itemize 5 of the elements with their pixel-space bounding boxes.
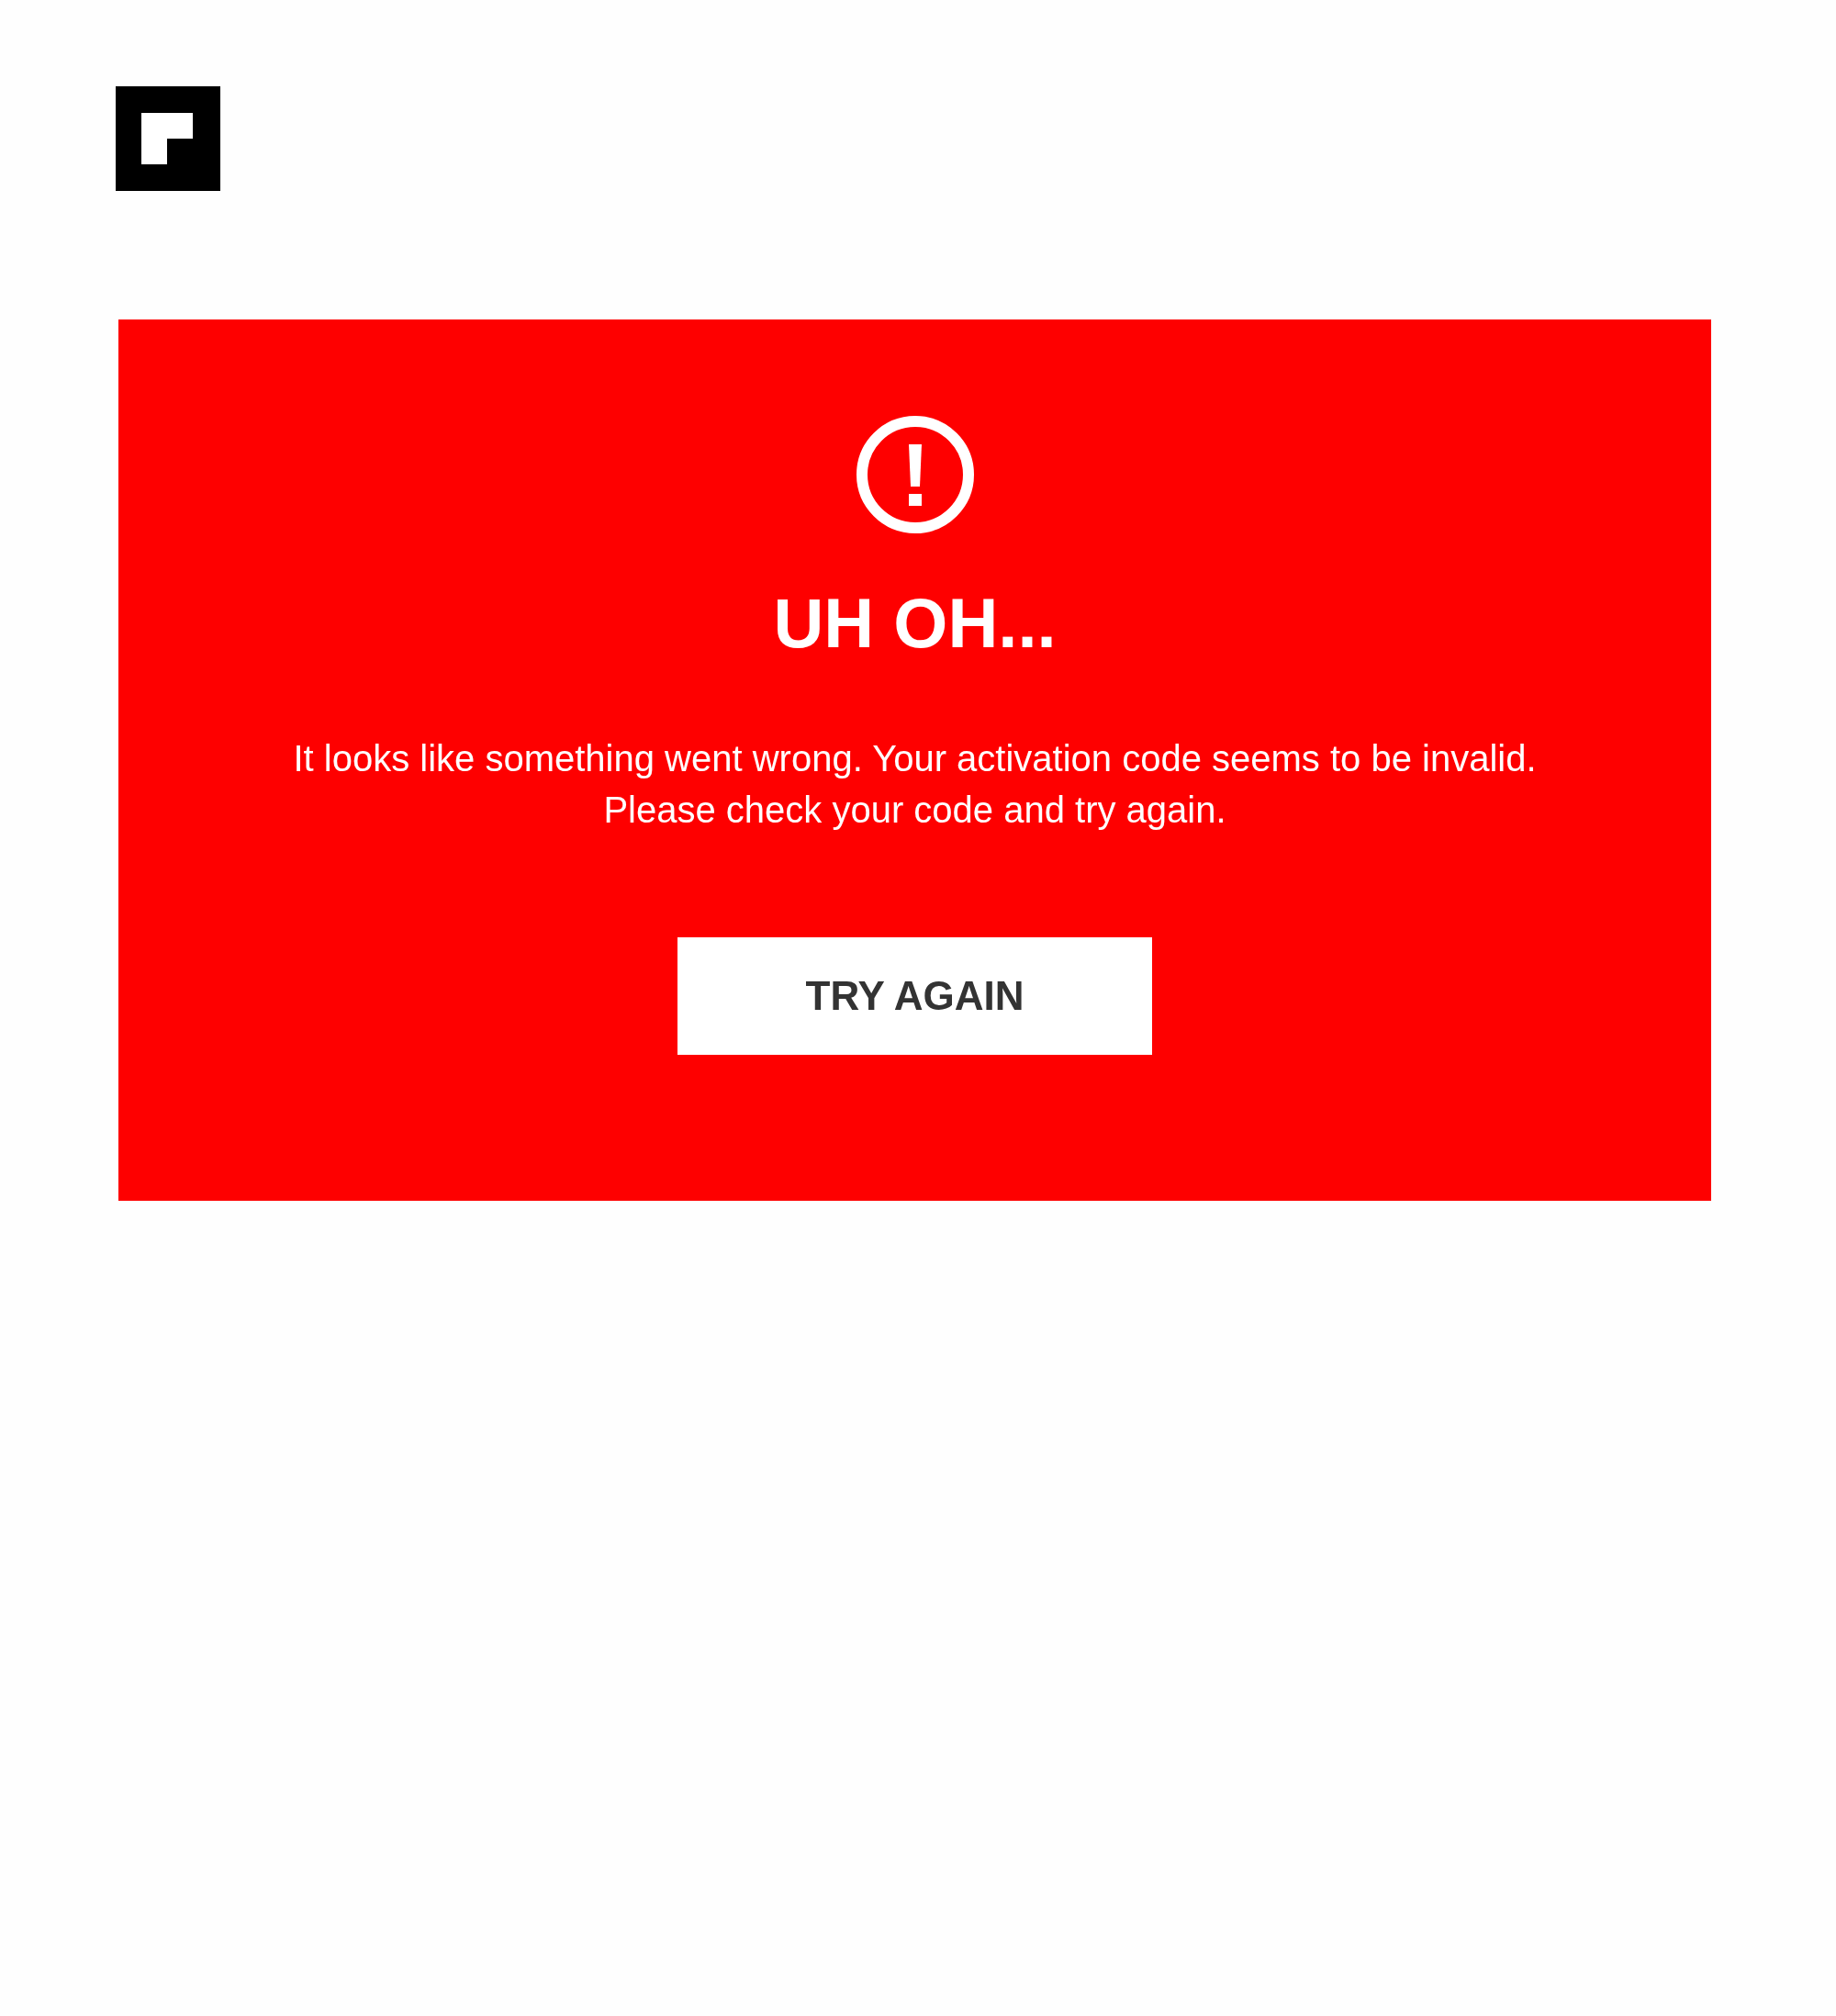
logo-icon — [116, 86, 220, 191]
error-title: UH OH... — [773, 583, 1057, 664]
try-again-button[interactable]: TRY AGAIN — [677, 937, 1152, 1055]
exclamation-icon — [855, 415, 975, 534]
error-message: It looks like something went wrong. Your activation code seems to be invalid. Please check your code and try again. — [293, 737, 1537, 832]
